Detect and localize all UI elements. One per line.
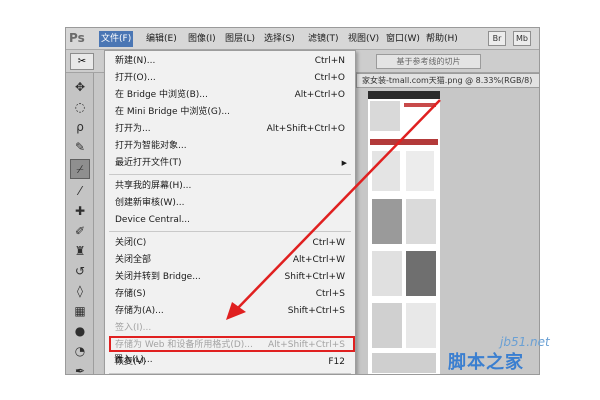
arrow-shaft xyxy=(235,99,441,311)
watermark-name: 脚本之家 xyxy=(448,352,524,373)
arrow-head xyxy=(226,302,246,320)
watermark-domain: jb51.net xyxy=(500,335,550,349)
screenshot-stage: Ps 文件(F) 编辑(E) 图像(I) 图层(L) 选择(S) 滤镜(T) 视… xyxy=(0,0,600,400)
